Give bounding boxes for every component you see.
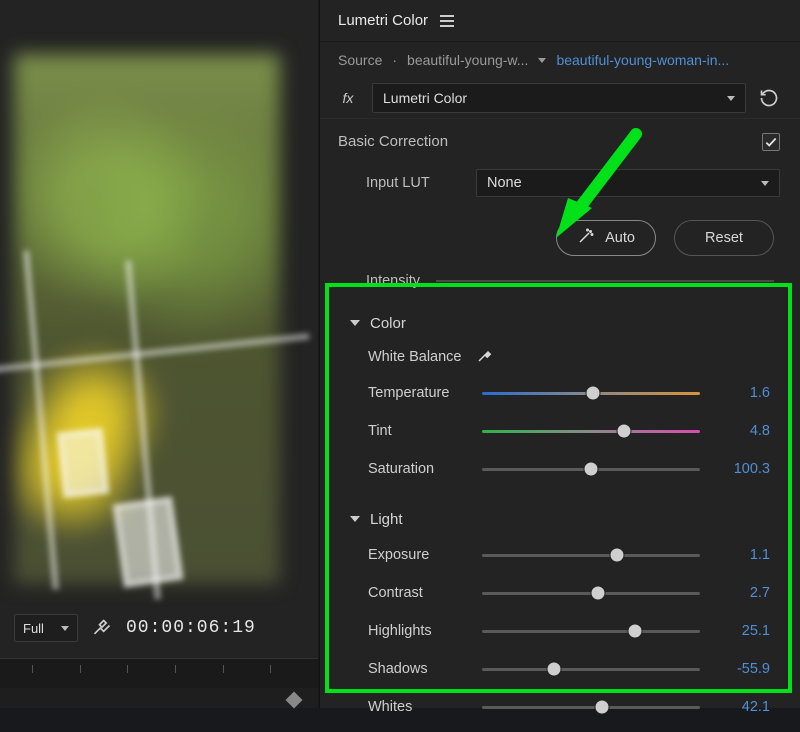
chevron-down-icon	[761, 181, 769, 186]
auto-button[interactable]: Auto	[556, 220, 656, 256]
preview-decor	[57, 428, 110, 498]
light-exposure-row: Exposure 1.1	[320, 536, 800, 574]
preview-scale-dropdown[interactable]: Full	[14, 614, 78, 642]
slider-value[interactable]: 4.8	[714, 423, 770, 439]
basic-correction-checkbox[interactable]	[762, 133, 780, 151]
light-group-label: Light	[370, 511, 403, 528]
light-exposure-slider[interactable]	[482, 546, 700, 564]
color-temperature-row: Temperature 1.6	[320, 374, 800, 412]
auto-reset-row: Auto Reset	[320, 202, 800, 264]
slider-label: Saturation	[368, 461, 476, 477]
slider-label: Exposure	[368, 547, 476, 563]
triangle-down-icon	[350, 516, 360, 522]
slider-knob-icon[interactable]	[610, 548, 625, 563]
slider-knob-icon[interactable]	[594, 700, 609, 715]
light-highlights-slider[interactable]	[482, 622, 700, 640]
fx-badge-icon[interactable]: fx	[334, 90, 362, 106]
color-group-label: Color	[370, 315, 406, 332]
slider-value[interactable]: 2.7	[714, 585, 770, 601]
effect-select-value: Lumetri Color	[383, 90, 467, 106]
light-highlights-row: Highlights 25.1	[320, 612, 800, 650]
input-lut-value: None	[487, 175, 522, 191]
light-shadows-slider[interactable]	[482, 660, 700, 678]
panel-title[interactable]: Lumetri Color	[338, 12, 428, 29]
triangle-down-icon	[350, 320, 360, 326]
color-saturation-row: Saturation 100.3	[320, 450, 800, 488]
slider-label: Shadows	[368, 661, 476, 677]
input-lut-row: Input LUT None	[320, 164, 800, 202]
basic-correction-label: Basic Correction	[338, 133, 448, 150]
intensity-label: Intensity	[366, 273, 420, 289]
light-whites-row: Whites 42.1	[320, 688, 800, 726]
slider-value[interactable]: 1.6	[714, 385, 770, 401]
preview-controls: Full 00:00:06:19	[0, 606, 318, 650]
color-group: Color White Balance Temperature 1.6 Tint 4.…	[320, 298, 800, 494]
color-saturation-slider[interactable]	[482, 460, 700, 478]
source-name[interactable]: beautiful-young-w...	[407, 52, 528, 68]
reset-effect-icon[interactable]	[756, 85, 782, 111]
slider-knob-icon[interactable]	[590, 586, 605, 601]
light-group: Light Exposure 1.1 Contrast 2.7 Highlights 25…	[320, 494, 800, 732]
slider-label: Whites	[368, 699, 476, 715]
slider-value[interactable]: 100.3	[714, 461, 770, 477]
reset-button[interactable]: Reset	[674, 220, 774, 256]
color-tint-row: Tint 4.8	[320, 412, 800, 450]
slider-knob-icon[interactable]	[616, 424, 631, 439]
preview-scale-label: Full	[23, 621, 44, 636]
panel-menu-icon[interactable]	[440, 15, 454, 27]
slider-label: Contrast	[368, 585, 476, 601]
lumetri-color-panel: Lumetri Color Source · beautiful-young-w…	[319, 0, 800, 708]
color-group-header[interactable]: Color	[320, 306, 800, 340]
slider-value[interactable]: 25.1	[714, 623, 770, 639]
light-shadows-row: Shadows -55.9	[320, 650, 800, 688]
chevron-down-icon	[61, 626, 69, 631]
light-contrast-slider[interactable]	[482, 584, 700, 602]
auto-button-label: Auto	[605, 230, 635, 246]
white-balance-row: White Balance	[320, 340, 800, 374]
preview-pane: Full 00:00:06:19	[0, 0, 318, 708]
source-prefix: Source	[338, 52, 382, 68]
light-group-header[interactable]: Light	[320, 502, 800, 536]
eyedropper-icon[interactable]	[476, 346, 494, 368]
basic-correction-header[interactable]: Basic Correction	[320, 118, 800, 164]
dot-separator: ·	[392, 52, 397, 68]
timeline-ruler[interactable]	[0, 658, 318, 688]
input-lut-select[interactable]: None	[476, 169, 780, 197]
slider-knob-icon[interactable]	[546, 662, 561, 677]
settings-wrench-icon[interactable]	[92, 618, 112, 638]
slider-knob-icon[interactable]	[586, 386, 601, 401]
light-contrast-row: Contrast 2.7	[320, 574, 800, 612]
slider-label: Tint	[368, 423, 476, 439]
slider-label: Highlights	[368, 623, 476, 639]
timecode-display[interactable]: 00:00:06:19	[126, 618, 256, 638]
panel-tab-bar: Lumetri Color	[320, 0, 800, 42]
slider-knob-icon[interactable]	[627, 624, 642, 639]
magic-wand-icon	[577, 227, 595, 249]
chevron-down-icon[interactable]	[538, 58, 546, 63]
input-lut-label: Input LUT	[366, 175, 476, 191]
playhead-handle-icon[interactable]	[286, 692, 303, 709]
source-row: Source · beautiful-young-w... beautiful-…	[320, 42, 800, 78]
intensity-row: Intensity	[320, 264, 800, 298]
preview-decor	[112, 496, 183, 588]
slider-value[interactable]: 1.1	[714, 547, 770, 563]
clip-name-link[interactable]: beautiful-young-woman-in...	[556, 52, 782, 68]
slider-knob-icon[interactable]	[584, 462, 599, 477]
light-whites-slider[interactable]	[482, 698, 700, 716]
color-temperature-slider[interactable]	[482, 384, 700, 402]
slider-label: Temperature	[368, 385, 476, 401]
intensity-slider[interactable]	[436, 280, 774, 282]
effect-row: fx Lumetri Color	[320, 78, 800, 118]
effect-select[interactable]: Lumetri Color	[372, 83, 746, 113]
slider-value[interactable]: -55.9	[714, 661, 770, 677]
color-tint-slider[interactable]	[482, 422, 700, 440]
playhead-strip[interactable]	[0, 688, 318, 708]
white-balance-label: White Balance	[368, 349, 462, 365]
slider-value[interactable]: 42.1	[714, 699, 770, 715]
chevron-down-icon	[727, 96, 735, 101]
reset-button-label: Reset	[705, 230, 743, 246]
